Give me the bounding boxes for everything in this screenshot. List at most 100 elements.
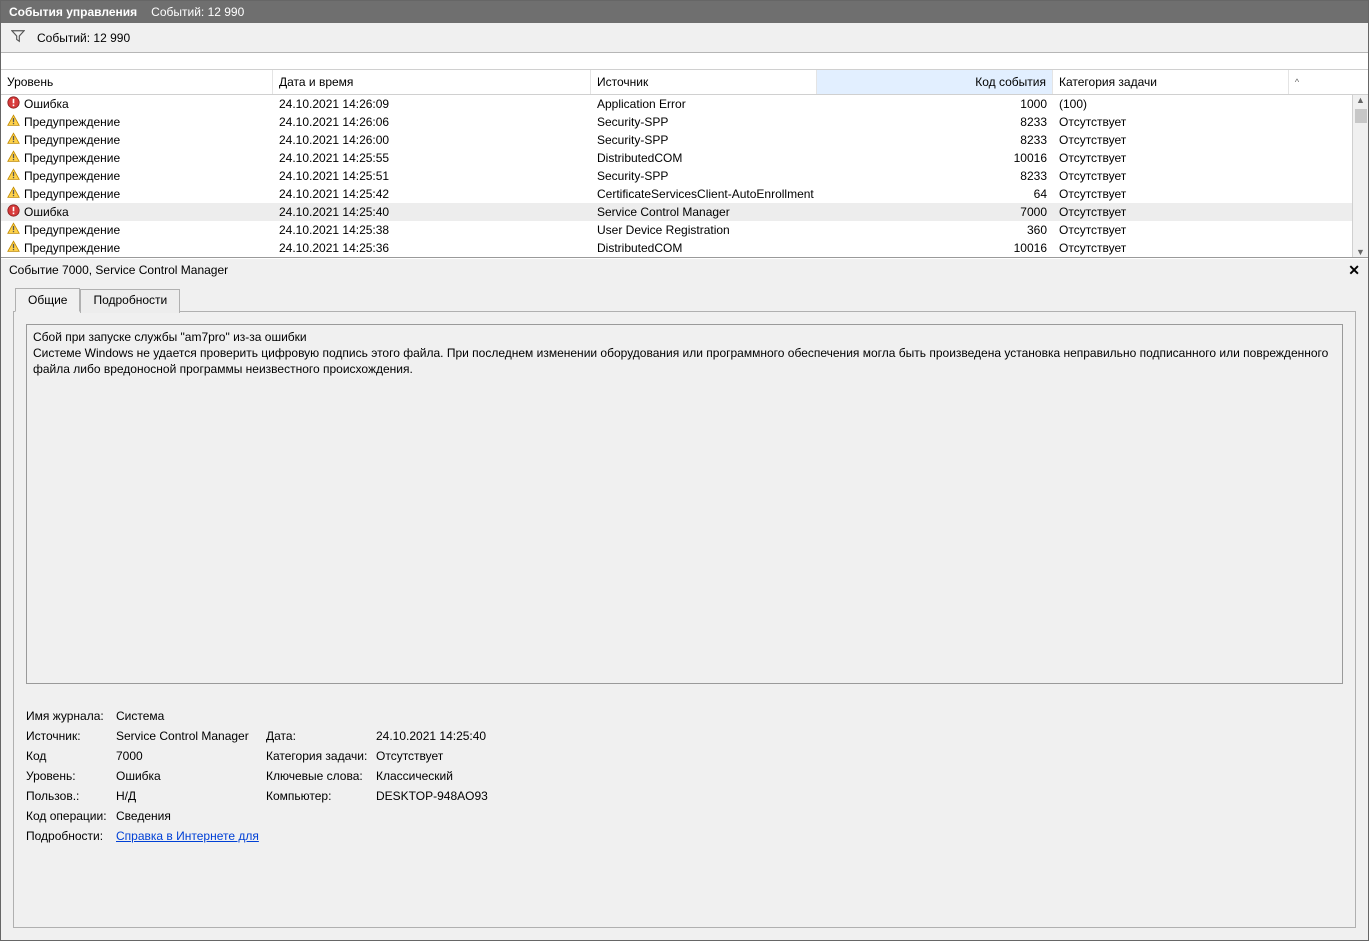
cell-level-text: Предупреждение	[24, 133, 120, 147]
table-row[interactable]: Предупреждение 24.10.2021 14:26:00Securit…	[1, 131, 1352, 149]
col-source[interactable]: Источник	[591, 70, 817, 94]
warning-icon	[7, 114, 20, 130]
event-metadata: Имя журнала: Система Источник: Service C…	[26, 706, 1343, 846]
meta-val-user: Н/Д	[116, 789, 266, 803]
scroll-down-icon[interactable]: ▼	[1356, 247, 1365, 257]
cell-datetime: 24.10.2021 14:26:06	[273, 115, 591, 129]
cell-datetime: 24.10.2021 14:25:51	[273, 169, 591, 183]
online-help-link[interactable]: Справка в Интернете для	[116, 829, 259, 843]
table-header: Уровень Дата и время Источник Код событи…	[1, 69, 1368, 95]
details-pane: Событие 7000, Service Control Manager ✕ …	[1, 258, 1368, 940]
cell-level: Предупреждение	[1, 186, 273, 202]
cell-event-id: 8233	[817, 115, 1053, 129]
cell-source: Service Control Manager	[591, 205, 817, 219]
col-category[interactable]: Категория задачи	[1053, 70, 1289, 94]
table-row[interactable]: Предупреждение 24.10.2021 14:25:51Securit…	[1, 167, 1352, 185]
event-message-line: Сбой при запуске службы "am7pro" из-за о…	[33, 329, 1336, 345]
cell-level-text: Предупреждение	[24, 241, 120, 255]
cell-category: Отсутствует	[1053, 205, 1289, 219]
cell-category: Отсутствует	[1053, 133, 1289, 147]
cell-category: (100)	[1053, 97, 1289, 111]
cell-level-text: Предупреждение	[24, 169, 120, 183]
cell-source: DistributedCOM	[591, 151, 817, 165]
event-table: Уровень Дата и время Источник Код событи…	[1, 53, 1368, 258]
cell-category: Отсутствует	[1053, 223, 1289, 237]
col-datetime[interactable]: Дата и время	[273, 70, 591, 94]
scroll-thumb[interactable]	[1355, 109, 1367, 123]
warning-icon	[7, 168, 20, 184]
meta-val-logname: Система	[116, 709, 716, 723]
cell-level: Предупреждение	[1, 168, 273, 184]
col-scroll-spacer: ^	[1289, 70, 1305, 94]
close-icon[interactable]: ✕	[1348, 262, 1360, 279]
meta-label-source: Источник:	[26, 729, 116, 743]
filter-icon[interactable]	[11, 29, 25, 46]
cell-datetime: 24.10.2021 14:26:09	[273, 97, 591, 111]
cell-level: Предупреждение	[1, 114, 273, 130]
cell-event-id: 10016	[817, 151, 1053, 165]
event-viewer-window: События управления Событий: 12 990 Событ…	[0, 0, 1369, 941]
event-message[interactable]: Сбой при запуске службы "am7pro" из-за о…	[26, 324, 1343, 684]
title-bar: События управления Событий: 12 990	[1, 1, 1368, 23]
meta-label-moreinfo: Подробности:	[26, 829, 116, 843]
table-row[interactable]: Предупреждение24.10.2021 14:25:36Distrib…	[1, 239, 1352, 257]
vertical-scrollbar[interactable]: ▲ ▼	[1352, 95, 1368, 257]
cell-event-id: 7000	[817, 205, 1053, 219]
warning-icon	[7, 150, 20, 166]
table-row[interactable]: Предупреждение24.10.2021 14:25:42Certifi…	[1, 185, 1352, 203]
col-event-id[interactable]: Код события	[817, 70, 1053, 94]
cell-level-text: Предупреждение	[24, 187, 120, 201]
details-tabs: Общие Подробности	[1, 281, 1368, 311]
meta-label-keywords: Ключевые слова:	[266, 769, 376, 783]
cell-category: Отсутствует	[1053, 169, 1289, 183]
cell-source: Security-SPP	[591, 169, 817, 183]
cell-source: User Device Registration	[591, 223, 817, 237]
meta-val-source: Service Control Manager	[116, 729, 266, 743]
details-header: Событие 7000, Service Control Manager ✕	[1, 259, 1368, 281]
cell-level: Предупреждение	[1, 132, 273, 148]
filter-bar: Событий: 12 990	[1, 23, 1368, 53]
cell-datetime: 24.10.2021 14:25:38	[273, 223, 591, 237]
table-row[interactable]: Предупреждение 24.10.2021 14:26:06Securit…	[1, 113, 1352, 131]
window-title: События управления	[9, 5, 137, 19]
tab-general[interactable]: Общие	[15, 288, 80, 312]
event-message-line: Системе Windows не удается проверить циф…	[33, 345, 1336, 377]
meta-val-category: Отсутствует	[376, 749, 676, 763]
cell-datetime: 24.10.2021 14:25:36	[273, 241, 591, 255]
meta-label-level: Уровень:	[26, 769, 116, 783]
table-row[interactable]: Предупреждение24.10.2021 14:25:38User De…	[1, 221, 1352, 239]
cell-source: Security-SPP	[591, 133, 817, 147]
cell-level: Предупреждение	[1, 240, 273, 256]
meta-label-category: Категория задачи:	[266, 749, 376, 763]
cell-source: Application Error	[591, 97, 817, 111]
scroll-up-icon[interactable]: ▲	[1356, 95, 1365, 105]
cell-event-id: 1000	[817, 97, 1053, 111]
cell-event-id: 64	[817, 187, 1053, 201]
cell-event-id: 10016	[817, 241, 1053, 255]
cell-level-text: Предупреждение	[24, 151, 120, 165]
meta-val-code: 7000	[116, 749, 266, 763]
col-level[interactable]: Уровень	[1, 70, 273, 94]
cell-source: CertificateServicesClient-AutoEnrollment	[591, 187, 817, 201]
filter-event-count: Событий: 12 990	[37, 31, 130, 45]
cell-category: Отсутствует	[1053, 241, 1289, 255]
table-row[interactable]: Предупреждение 24.10.2021 14:25:55Distrib…	[1, 149, 1352, 167]
warning-icon	[7, 240, 20, 256]
cell-level: Предупреждение	[1, 222, 273, 238]
cell-datetime: 24.10.2021 14:25:40	[273, 205, 591, 219]
cell-datetime: 24.10.2021 14:25:55	[273, 151, 591, 165]
cell-source: Security-SPP	[591, 115, 817, 129]
meta-val-keywords: Классический	[376, 769, 676, 783]
cell-level: Предупреждение	[1, 150, 273, 166]
cell-level: Ошибка	[1, 96, 273, 112]
cell-level-text: Предупреждение	[24, 115, 120, 129]
table-row[interactable]: Ошибка24.10.2021 14:25:40Service Control…	[1, 203, 1352, 221]
meta-label-opcode: Код операции:	[26, 809, 116, 823]
cell-event-id: 8233	[817, 133, 1053, 147]
meta-label-user: Пользов.:	[26, 789, 116, 803]
tab-details[interactable]: Подробности	[80, 289, 180, 313]
cell-datetime: 24.10.2021 14:26:00	[273, 133, 591, 147]
table-row[interactable]: Ошибка24.10.2021 14:26:09Application Err…	[1, 95, 1352, 113]
cell-event-id: 8233	[817, 169, 1053, 183]
meta-val-opcode: Сведения	[116, 809, 716, 823]
